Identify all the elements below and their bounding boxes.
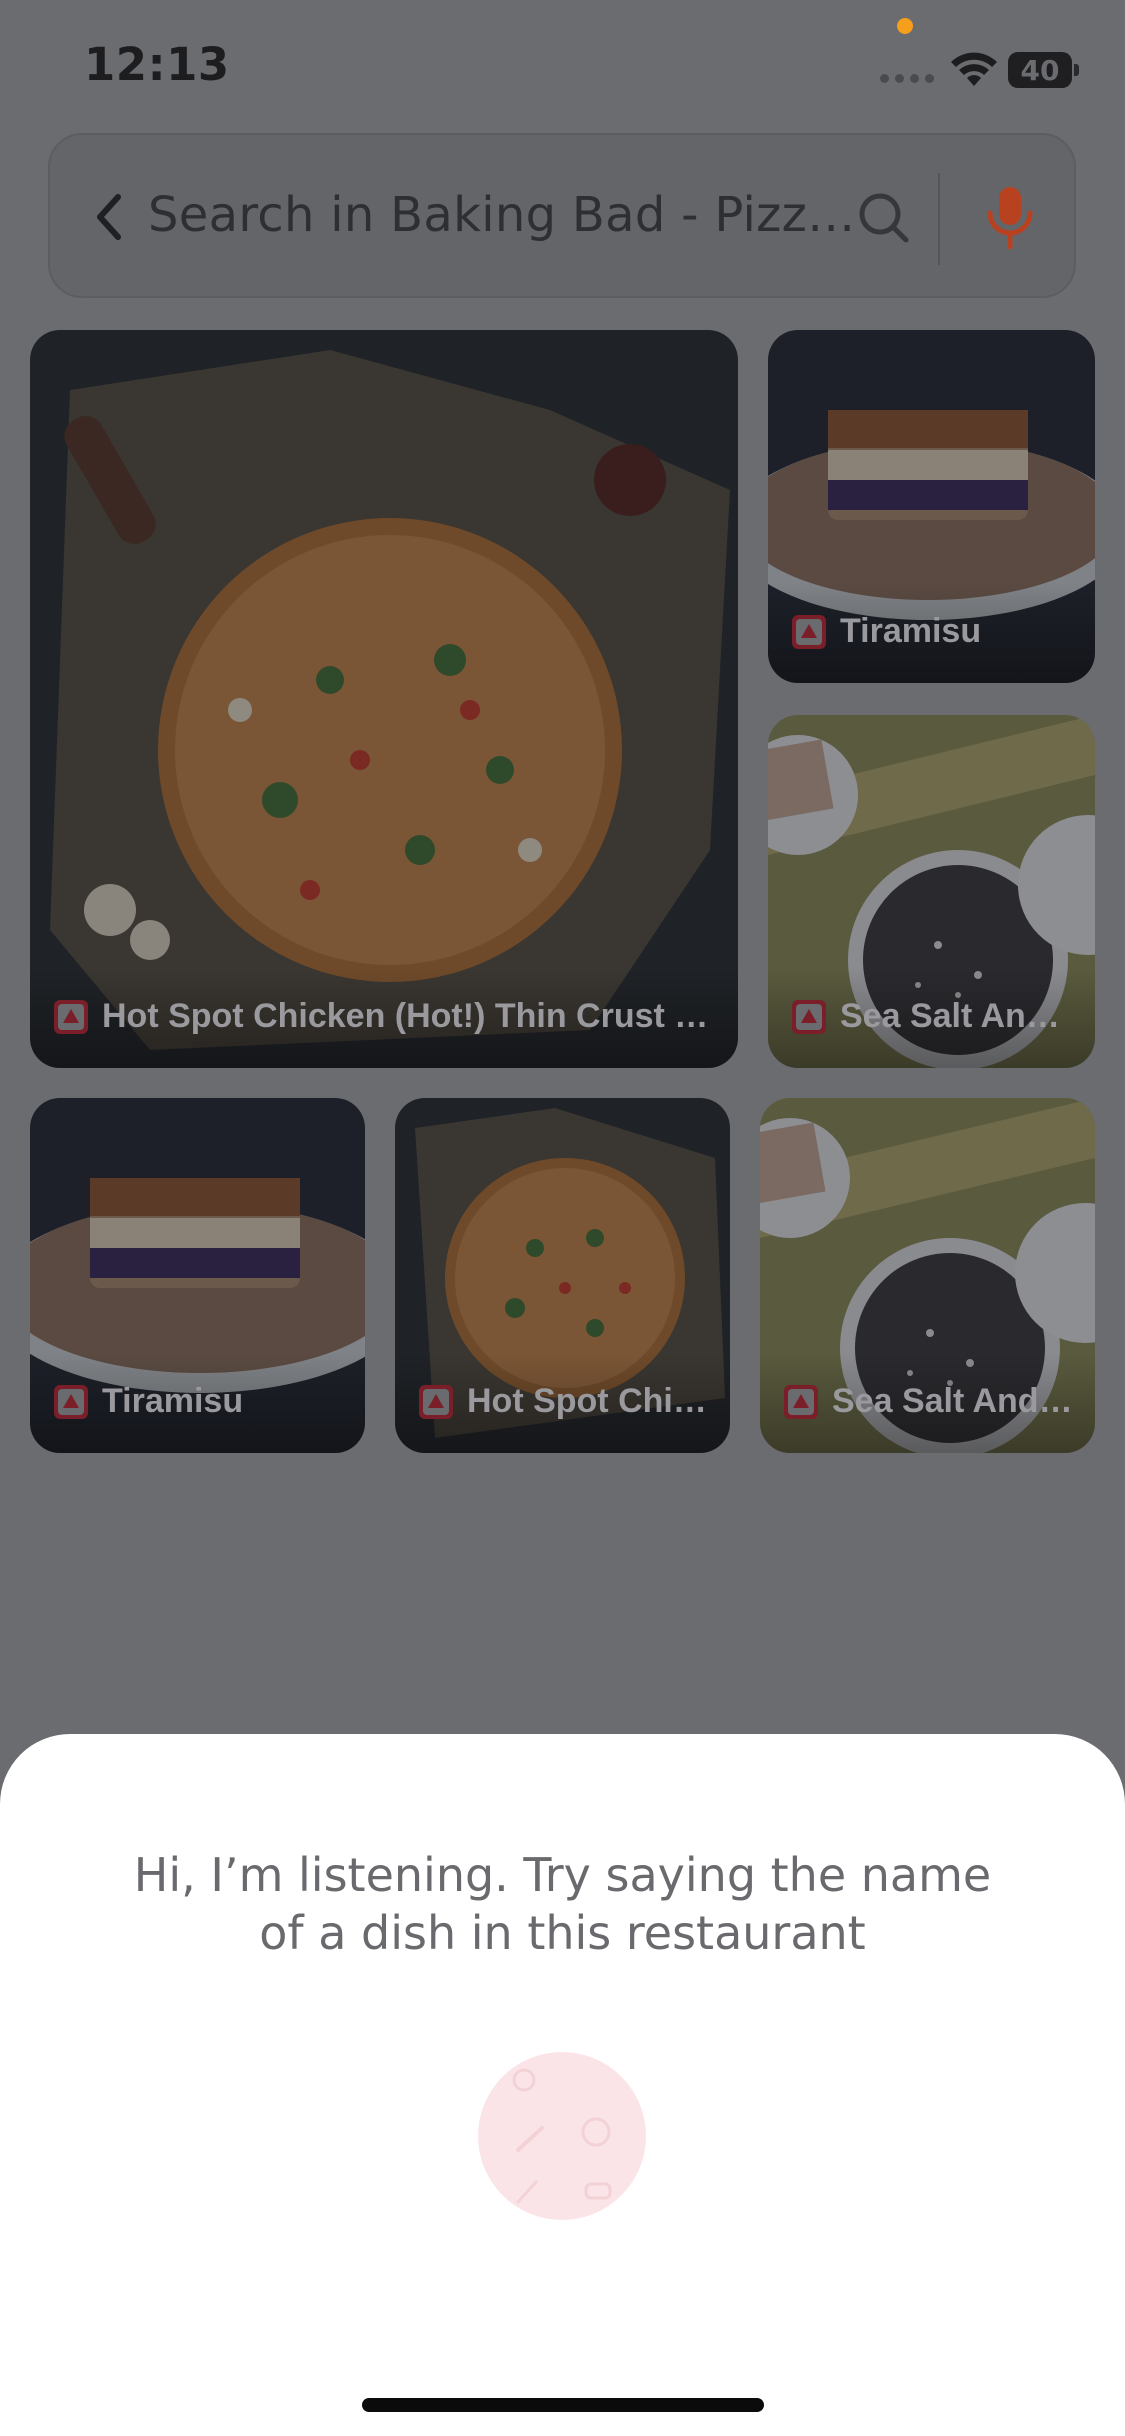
wifi-icon — [951, 52, 997, 86]
mic-icon[interactable] — [980, 183, 1040, 253]
home-indicator[interactable] — [362, 2398, 764, 2412]
dish-name: Tiramisu — [102, 1382, 244, 1420]
dish-photo-pizza — [30, 330, 738, 1068]
dish-label: Sea Salt And D... — [784, 1382, 1075, 1421]
voice-search-sheet: Hi, I’m listening. Try saying the name o… — [0, 1734, 1125, 2436]
chevron-left-icon[interactable] — [86, 189, 136, 245]
non-veg-icon — [792, 999, 826, 1034]
dish-card[interactable]: Sea Salt And D... — [760, 1098, 1095, 1453]
dish-card[interactable]: Hot Spot Chicken (Hot!) Thin Crust Pizza — [30, 330, 738, 1068]
non-veg-icon — [54, 1384, 88, 1419]
status-time: 12:13 — [84, 38, 230, 91]
voice-prompt-line-2: of a dish in this restaurant — [259, 1906, 866, 1960]
search-divider — [938, 173, 940, 265]
dish-label: Tiramisu — [792, 612, 1075, 651]
dish-name: Tiramisu — [840, 612, 982, 650]
dish-name: Sea Salt And D... — [840, 997, 1075, 1035]
food-doodle-icon — [512, 2068, 612, 2204]
dish-card[interactable]: Sea Salt And D... — [768, 715, 1095, 1068]
voice-prompt-line-1: Hi, I’m listening. Try saying the name — [133, 1848, 992, 1902]
dish-name: Hot Spot Chick... — [467, 1382, 710, 1420]
search-icon[interactable] — [854, 188, 914, 248]
battery-icon: 40 — [1008, 52, 1079, 88]
dish-name: Hot Spot Chicken (Hot!) Thin Crust Pizza — [102, 997, 718, 1035]
dish-label: Hot Spot Chick... — [419, 1382, 710, 1421]
non-veg-icon — [419, 1384, 453, 1419]
non-veg-icon — [792, 614, 826, 649]
dish-label: Hot Spot Chicken (Hot!) Thin Crust Pizza — [54, 997, 718, 1036]
dish-card[interactable]: Tiramisu — [30, 1098, 365, 1453]
listening-orb[interactable] — [478, 2052, 646, 2220]
non-veg-icon — [784, 1384, 818, 1419]
dish-label: Tiramisu — [54, 1382, 345, 1421]
dish-card[interactable]: Hot Spot Chick... — [395, 1098, 730, 1453]
status-bar: 12:13 40 — [0, 0, 1125, 130]
signal-icon — [880, 74, 934, 83]
voice-prompt: Hi, I’m listening. Try saying the name o… — [120, 1846, 1005, 1962]
dish-card[interactable]: Tiramisu — [768, 330, 1095, 683]
privacy-indicator-dot — [897, 18, 913, 34]
dish-name: Sea Salt And D... — [832, 1382, 1075, 1420]
non-veg-icon — [54, 999, 88, 1034]
battery-level: 40 — [1020, 54, 1060, 87]
search-input[interactable]: Search in Baking Bad - Pizza... — [148, 187, 878, 243]
search-bar[interactable]: Search in Baking Bad - Pizza... — [48, 133, 1076, 298]
dish-label: Sea Salt And D... — [792, 997, 1075, 1036]
